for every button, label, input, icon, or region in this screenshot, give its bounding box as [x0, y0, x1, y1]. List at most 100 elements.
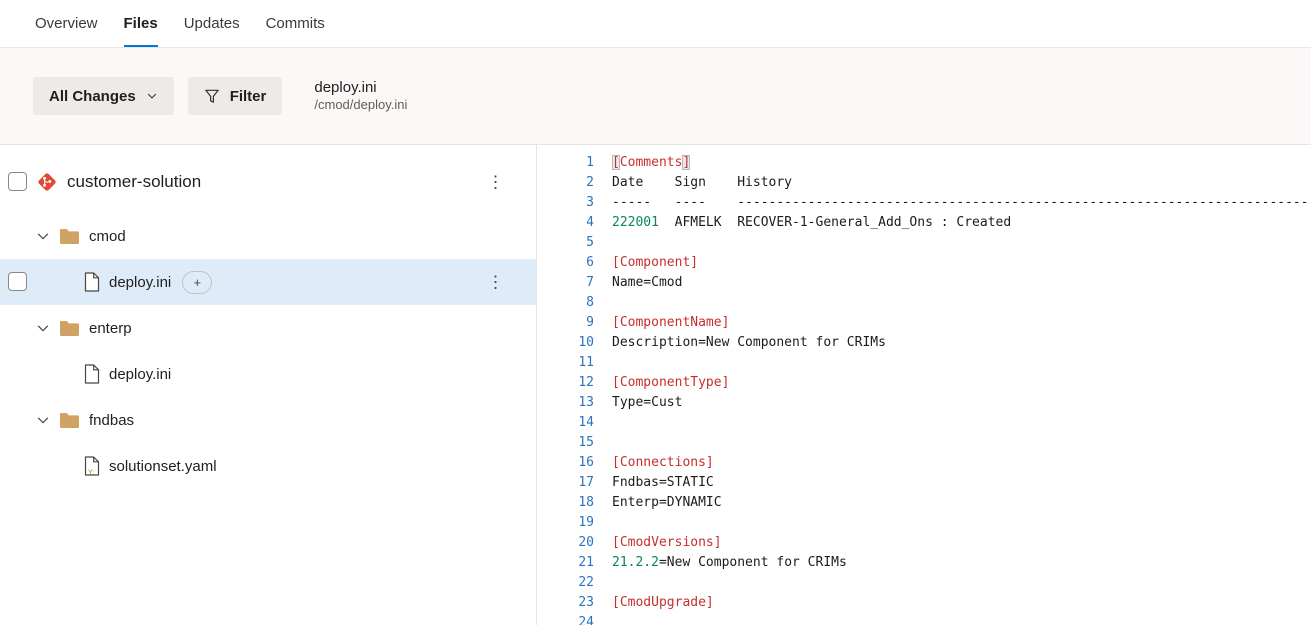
code-line: 1[Comments] [537, 153, 1311, 173]
line-number: 3 [537, 193, 594, 213]
line-content [594, 353, 612, 373]
all-changes-label: All Changes [49, 88, 136, 105]
file-header: deploy.ini /cmod/deploy.ini [314, 79, 407, 114]
filter-funnel-icon [204, 88, 220, 104]
code-line: 11 [537, 353, 1311, 373]
code-line: 2121.2.2=New Component for CRIMs [537, 553, 1311, 573]
line-content: Fndbas=STATIC [594, 473, 714, 493]
line-content: Date Sign History [594, 173, 792, 193]
line-content [594, 513, 612, 533]
code-line: 5 [537, 233, 1311, 253]
chevron-down-icon[interactable] [36, 413, 50, 427]
tab-files[interactable]: Files [124, 0, 158, 47]
line-number: 23 [537, 593, 594, 613]
line-number: 19 [537, 513, 594, 533]
tree-row-folder-fndbas[interactable]: fndbas [0, 397, 536, 443]
file-toolbar: All Changes Filter deploy.ini /cmod/depl… [0, 48, 1311, 145]
tree-row-file-deploy-ini-cmod[interactable]: deploy.ini + ⋮ [0, 259, 536, 305]
line-content: Description=New Component for CRIMs [594, 333, 886, 353]
tab-overview[interactable]: Overview [35, 0, 98, 47]
chevron-down-icon[interactable] [36, 229, 50, 243]
code-line: 22 [537, 573, 1311, 593]
tree-row-file-solutionset-yaml[interactable]: Y: solutionset.yaml [0, 443, 536, 489]
line-content: [CmodVersions] [594, 533, 722, 553]
filter-label: Filter [230, 88, 267, 105]
code-line: 17Fndbas=STATIC [537, 473, 1311, 493]
line-content: [Component] [594, 253, 698, 273]
line-content [594, 613, 612, 625]
tree-row-folder-enterp[interactable]: enterp [0, 305, 536, 351]
file-name: deploy.ini [109, 366, 171, 383]
tab-commits[interactable]: Commits [266, 0, 325, 47]
line-content: Enterp=DYNAMIC [594, 493, 722, 513]
tab-label: Overview [35, 15, 98, 32]
code-line: 20[CmodVersions] [537, 533, 1311, 553]
file-icon [84, 364, 100, 384]
line-content: Type=Cust [594, 393, 682, 413]
folder-icon [59, 412, 80, 429]
line-number: 16 [537, 453, 594, 473]
line-number: 22 [537, 573, 594, 593]
line-number: 5 [537, 233, 594, 253]
more-options-icon[interactable]: ⋮ [483, 172, 508, 193]
file-tree: customer-solution ⋮ cmod deploy.in [0, 145, 537, 625]
line-content [594, 293, 612, 313]
code-line: 10Description=New Component for CRIMs [537, 333, 1311, 353]
yaml-file-icon: Y: [84, 456, 100, 476]
code-line: 23[CmodUpgrade] [537, 593, 1311, 613]
code-line: 2Date Sign History [537, 173, 1311, 193]
tab-label: Files [124, 15, 158, 32]
line-number: 2 [537, 173, 594, 193]
code-line: 4222001 AFMELK RECOVER-1-General_Add_Ons… [537, 213, 1311, 233]
all-changes-dropdown[interactable]: All Changes [33, 77, 174, 115]
repo-checkbox[interactable] [8, 172, 27, 191]
tab-bar: Overview Files Updates Commits [0, 0, 1311, 48]
line-content [594, 413, 612, 433]
tree-row-repo[interactable]: customer-solution ⋮ [0, 159, 536, 205]
line-content: Name=Cmod [594, 273, 682, 293]
code-line: 3----- ---- ----------------------------… [537, 193, 1311, 213]
code-line: 6[Component] [537, 253, 1311, 273]
line-content: 21.2.2=New Component for CRIMs [594, 553, 847, 573]
folder-name: fndbas [89, 412, 134, 429]
line-content: ----- ---- -----------------------------… [594, 193, 1309, 213]
git-repo-icon [36, 171, 58, 193]
line-number: 10 [537, 333, 594, 353]
repo-name: customer-solution [67, 172, 201, 192]
code-line: 15 [537, 433, 1311, 453]
tree-row-folder-cmod[interactable]: cmod [0, 213, 536, 259]
code-line: 24 [537, 613, 1311, 625]
code-line: 18Enterp=DYNAMIC [537, 493, 1311, 513]
file-icon [84, 272, 100, 292]
line-content: 222001 AFMELK RECOVER-1-General_Add_Ons … [594, 213, 1011, 233]
code-editor[interactable]: 1[Comments]2Date Sign History3----- ----… [537, 145, 1311, 625]
line-number: 7 [537, 273, 594, 293]
tab-label: Updates [184, 15, 240, 32]
line-number: 9 [537, 313, 594, 333]
line-content: [Connections] [594, 453, 714, 473]
line-content [594, 433, 612, 453]
code-line: 8 [537, 293, 1311, 313]
added-badge: + [182, 271, 212, 294]
tab-label: Commits [266, 15, 325, 32]
tab-updates[interactable]: Updates [184, 0, 240, 47]
line-number: 12 [537, 373, 594, 393]
filter-button[interactable]: Filter [188, 77, 283, 115]
chevron-down-icon[interactable] [36, 321, 50, 335]
tree-row-file-deploy-ini-enterp[interactable]: deploy.ini [0, 351, 536, 397]
file-checkbox[interactable] [8, 272, 27, 291]
code-line: 9[ComponentName] [537, 313, 1311, 333]
code-line: 13Type=Cust [537, 393, 1311, 413]
line-content: [ComponentType] [594, 373, 729, 393]
line-number: 14 [537, 413, 594, 433]
line-content: [Comments] [594, 153, 690, 173]
code-line: 16[Connections] [537, 453, 1311, 473]
folder-name: cmod [89, 228, 126, 245]
code-line: 14 [537, 413, 1311, 433]
line-number: 21 [537, 553, 594, 573]
chevron-down-icon [146, 90, 158, 102]
more-options-icon[interactable]: ⋮ [483, 272, 508, 293]
line-number: 8 [537, 293, 594, 313]
svg-text:Y:: Y: [88, 470, 94, 477]
line-number: 13 [537, 393, 594, 413]
